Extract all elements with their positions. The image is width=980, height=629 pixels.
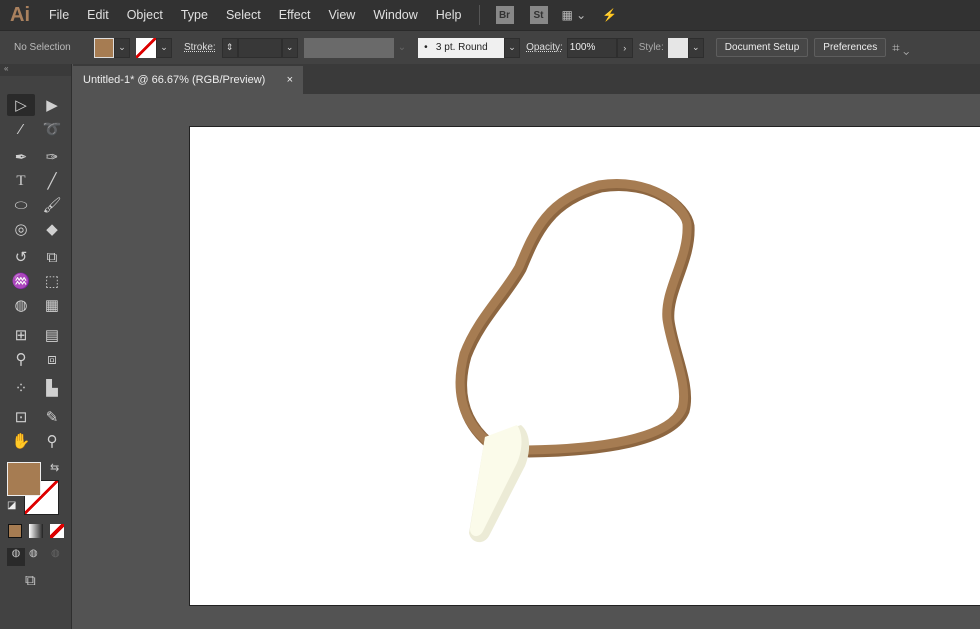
document-tab-title: Untitled-1* @ 66.67% (RGB/Preview) — [83, 74, 266, 86]
default-colors-icon[interactable]: ◪ — [7, 500, 16, 511]
menu-type[interactable]: Type — [172, 8, 217, 22]
brush-definition[interactable]: • 3 pt. Round — [418, 37, 505, 58]
document-setup-button[interactable]: Document Setup — [715, 38, 809, 57]
artwork-canvas — [455, 179, 695, 543]
paintbrush-tool-icon[interactable]: 🖌 — [38, 194, 66, 216]
blend-tool-icon[interactable]: ⧈ — [38, 348, 66, 370]
line-tool-icon[interactable]: ╱ — [38, 170, 66, 192]
swap-colors-icon[interactable]: ⇆ — [50, 461, 59, 474]
shape-builder-tool-icon[interactable]: ◍ — [7, 294, 35, 316]
menu-select[interactable]: Select — [217, 8, 270, 22]
draw-behind-icon[interactable]: ◍ — [29, 548, 38, 559]
mesh-tool-icon[interactable]: ⊞ — [7, 324, 35, 346]
draw-inside-icon[interactable]: ◍ — [51, 548, 60, 559]
magic-wand-tool-icon[interactable]: ⁄ — [7, 118, 35, 140]
profile-dropdown[interactable]: ⌄ — [398, 42, 406, 53]
ellipse-tool-icon[interactable]: ⬭ — [7, 194, 35, 216]
document-tab[interactable]: Untitled-1* @ 66.67% (RGB/Preview) × — [73, 66, 303, 94]
stroke-swatch-none[interactable] — [136, 37, 156, 58]
symbol-sprayer-tool-icon[interactable]: ⁘ — [7, 377, 35, 399]
menu-view[interactable]: View — [319, 8, 364, 22]
style-label: Style: — [638, 42, 664, 53]
menu-help[interactable]: Help — [427, 8, 471, 22]
menu-object[interactable]: Object — [118, 8, 172, 22]
artboard-tool-icon[interactable]: ⊡ — [7, 406, 35, 428]
stroke-dropdown[interactable]: ⌄ — [156, 37, 172, 58]
document-tab-bar: Untitled-1* @ 66.67% (RGB/Preview) × — [73, 64, 980, 94]
tools-panel: « ▷ ▶ ⁄ ➰ ✒ ✑ T ╱ ⬭ 🖌 ◎ ◆ ↺ ⧉ ♒ ⬚ ◍ ▦ ⊞ … — [0, 64, 72, 629]
curvature-tool-icon[interactable]: ✑ — [38, 146, 66, 168]
pen-tool-icon[interactable]: ✒ — [7, 146, 35, 168]
column-graph-tool-icon[interactable]: ▙ — [38, 377, 66, 399]
menu-window[interactable]: Window — [364, 8, 426, 22]
app-logo: Ai — [10, 3, 30, 26]
menu-effect[interactable]: Effect — [270, 8, 320, 22]
gpu-performance-icon[interactable]: ⚡ — [602, 8, 617, 22]
close-tab-icon[interactable]: × — [287, 74, 293, 86]
eyedropper-tool-icon[interactable]: ⚲ — [7, 348, 35, 370]
menu-bar: Ai File Edit Object Type Select Effect V… — [0, 0, 980, 30]
type-tool-icon[interactable]: T — [7, 170, 35, 192]
opacity-label[interactable]: Opacity: — [526, 42, 563, 53]
opacity-arrow[interactable]: › — [616, 37, 633, 58]
warp-tool-icon[interactable]: ♒ — [7, 270, 35, 292]
scale-tool-icon[interactable]: ⧉ — [38, 246, 66, 268]
brush-dropdown[interactable]: ⌄ — [504, 37, 521, 58]
screen-mode-icon[interactable]: ⧉ — [25, 572, 36, 589]
arrange-documents-icon[interactable]: ▦ ⌄ — [562, 8, 587, 22]
preferences-button[interactable]: Preferences — [814, 38, 887, 57]
fill-dropdown[interactable]: ⌄ — [114, 37, 130, 58]
collapse-panel-icon[interactable]: « — [0, 64, 71, 76]
gradient-mode-icon[interactable] — [29, 524, 43, 538]
fill-swatch[interactable] — [94, 37, 114, 58]
stroke-label[interactable]: Stroke: — [184, 42, 216, 53]
style-swatch[interactable] — [667, 37, 688, 58]
zoom-tool-icon[interactable]: ⚲ — [38, 430, 66, 452]
selection-tool-icon[interactable]: ▷ — [7, 94, 35, 116]
selection-status: No Selection — [14, 42, 71, 53]
artboard[interactable] — [189, 126, 980, 606]
variable-width-profile[interactable] — [303, 37, 394, 58]
menu-edit[interactable]: Edit — [78, 8, 118, 22]
rotate-tool-icon[interactable]: ↺ — [7, 246, 35, 268]
stock-icon[interactable]: St — [529, 6, 548, 24]
bridge-icon[interactable]: Br — [495, 6, 514, 24]
direct-selection-tool-icon[interactable]: ▶ — [38, 94, 66, 116]
lasso-tool-icon[interactable]: ➰ — [38, 118, 66, 140]
color-mode-icon[interactable] — [8, 524, 22, 538]
opacity-field[interactable]: 100% — [566, 37, 617, 58]
stroke-weight-field[interactable] — [237, 37, 282, 58]
menu-file[interactable]: File — [40, 8, 78, 22]
stroke-weight-stepper[interactable]: ⇕ — [221, 37, 238, 58]
align-options-icon[interactable]: ⌗ ⌄ — [892, 40, 909, 56]
shaper-tool-icon[interactable]: ◎ — [7, 218, 35, 240]
gradient-tool-icon[interactable]: ▤ — [38, 324, 66, 346]
fill-color-box[interactable] — [7, 462, 41, 496]
control-panel: No Selection ⌄ ⌄ Stroke: ⇕ ⌄ ⌄ • 3 pt. Ro… — [0, 30, 980, 64]
hand-tool-icon[interactable]: ✋ — [7, 430, 35, 452]
stroke-weight-dropdown[interactable]: ⌄ — [281, 37, 298, 58]
free-transform-tool-icon[interactable]: ⬚ — [38, 270, 66, 292]
draw-normal-icon[interactable]: ◍ — [7, 548, 25, 566]
style-dropdown[interactable]: ⌄ — [687, 37, 704, 58]
none-mode-icon[interactable] — [50, 524, 64, 538]
necklace-cord-shadow — [456, 180, 695, 458]
eraser-tool-icon[interactable]: ◆ — [38, 218, 66, 240]
perspective-grid-tool-icon[interactable]: ▦ — [38, 294, 66, 316]
slice-tool-icon[interactable]: ✎ — [38, 406, 66, 428]
brush-label: 3 pt. Round — [435, 42, 488, 53]
